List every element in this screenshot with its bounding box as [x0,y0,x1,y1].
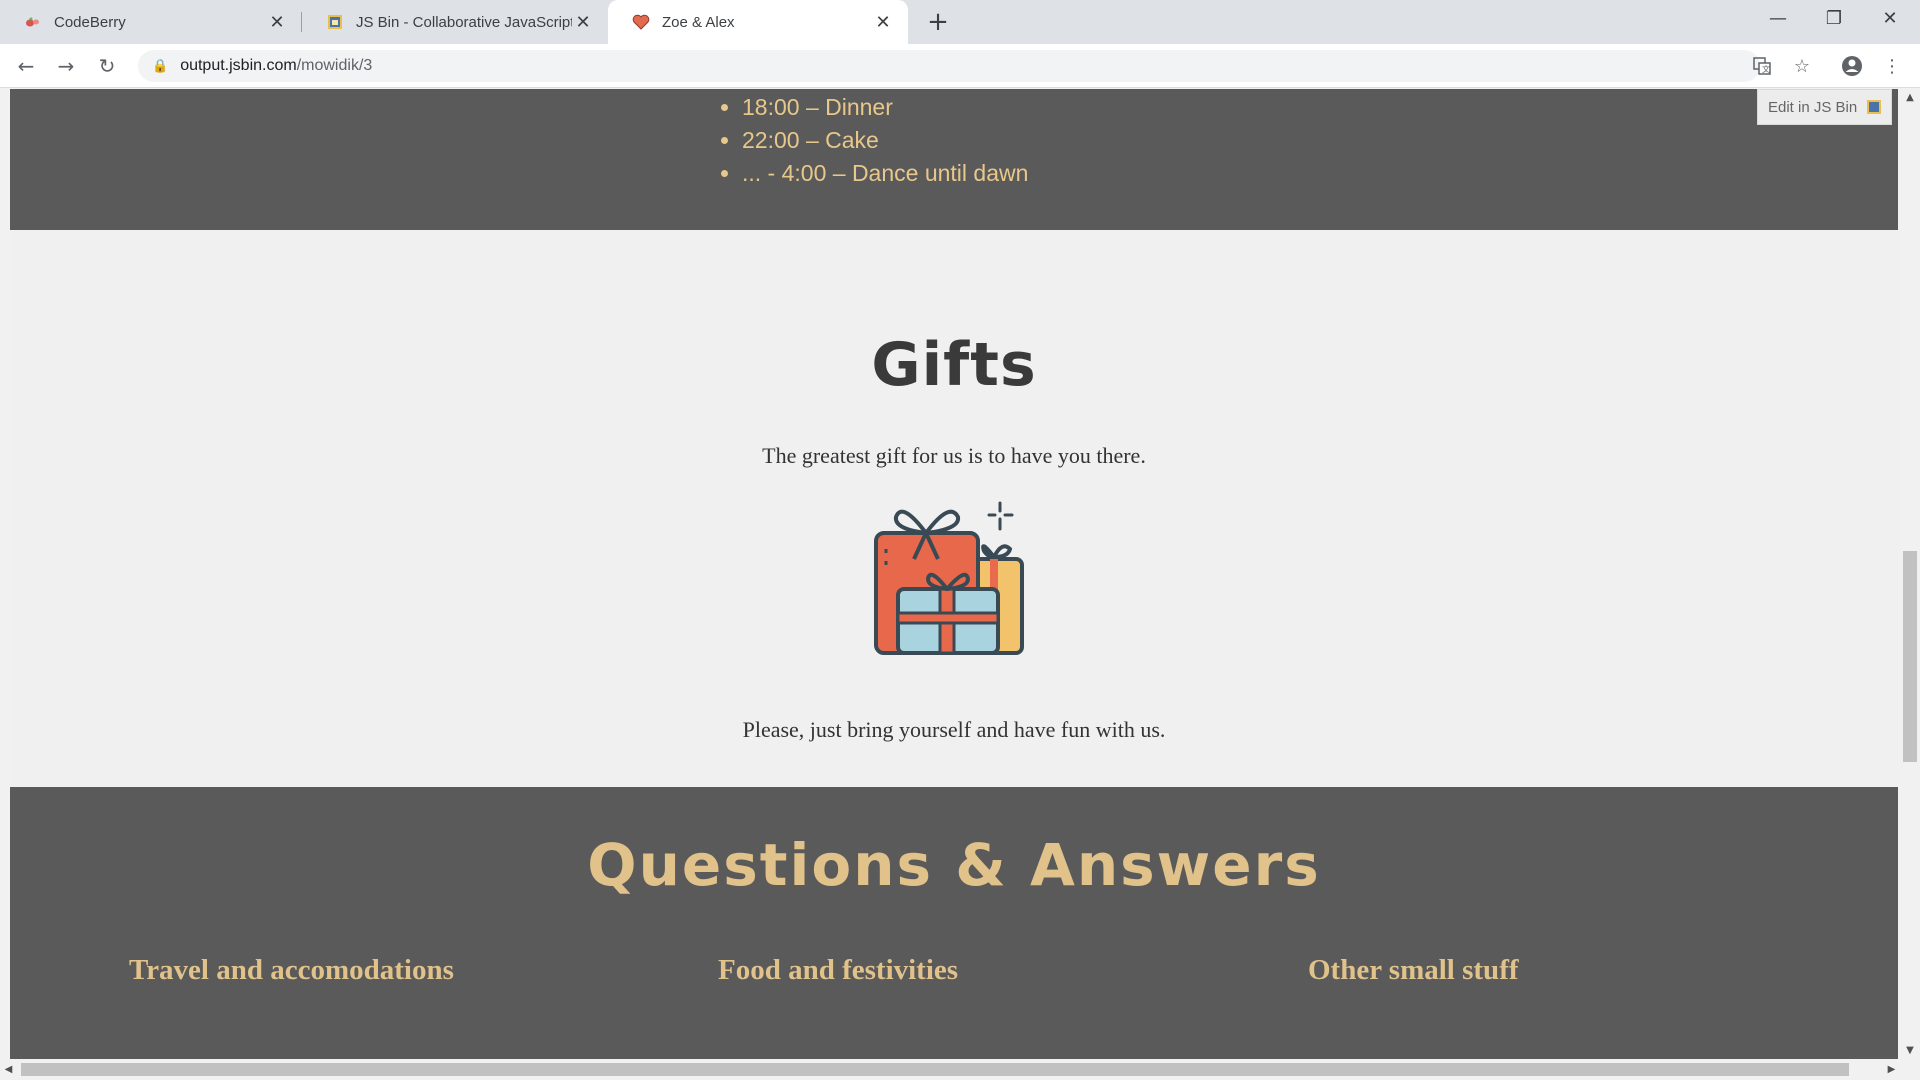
jsbin-logo-icon [1867,100,1882,114]
tab-codeberry[interactable]: CodeBerry ✕ [0,0,302,44]
tab-label: JS Bin - Collaborative JavaScript Debugg… [356,13,572,31]
back-arrow-icon[interactable]: ← [10,50,42,82]
vertical-scroll-thumb[interactable] [1903,551,1917,762]
qa-title: Questions & Answers [587,831,1321,899]
scroll-down-arrow-icon[interactable]: ▼ [1900,1042,1920,1059]
bookmark-star-icon[interactable]: ☆ [1786,50,1818,82]
gifts-section: Gifts The greatest gift for us is to hav… [10,230,1898,787]
forward-arrow-icon[interactable]: → [50,50,82,82]
gifts-title: Gifts [871,330,1037,400]
svg-text:文: 文 [1762,64,1770,74]
qa-column-other: Other small stuff [1308,954,1519,986]
qa-column-food: Food and festivities [718,954,959,986]
translate-icon[interactable]: 文 [1746,50,1778,82]
address-bar[interactable]: 🔒 output.jsbin.com/mowidik/3 [138,50,1760,82]
qa-column-travel: Travel and accomodations [129,954,454,986]
tab-zoe-alex[interactable]: Zoe & Alex ✕ [608,0,908,44]
jsbin-favicon-icon [326,13,344,31]
close-window-button[interactable]: ✕ [1862,0,1918,36]
reload-icon[interactable]: ↻ [91,50,123,82]
gift-boxes-icon [872,499,1026,657]
tab-jsbin[interactable]: JS Bin - Collaborative JavaScript Debugg… [302,0,608,44]
horizontal-scroll-thumb[interactable] [21,1063,1849,1076]
tab-label: Zoe & Alex [662,13,735,31]
schedule-list: 18:00 – Dinner 22:00 – Cake ... - 4:00 –… [742,91,1028,190]
scroll-up-arrow-icon[interactable]: ▲ [1900,89,1920,106]
tab-label: CodeBerry [54,13,126,31]
edit-in-jsbin-button[interactable]: Edit in JS Bin [1757,89,1892,125]
close-icon[interactable]: ✕ [872,11,894,33]
page-viewport: 18:00 – Dinner 22:00 – Cake ... - 4:00 –… [0,89,1900,1059]
menu-kebab-icon[interactable]: ⋮ [1876,50,1908,82]
list-item: 22:00 – Cake [742,124,1028,157]
close-icon[interactable]: ✕ [572,11,594,33]
schedule-section: 18:00 – Dinner 22:00 – Cake ... - 4:00 –… [10,89,1898,230]
minimize-button[interactable]: — [1750,0,1806,36]
scroll-right-arrow-icon[interactable]: ▶ [1883,1059,1900,1080]
gifts-closing-text: Please, just bring yourself and have fun… [742,717,1166,742]
lock-icon: 🔒 [152,58,169,74]
scroll-left-arrow-icon[interactable]: ◀ [0,1059,17,1080]
qa-section: Questions & Answers Travel and accomodat… [10,787,1898,1059]
horizontal-scrollbar[interactable]: ◀ ▶ [0,1059,1900,1080]
tab-strip: CodeBerry ✕ JS Bin - Collaborative JavaS… [0,0,1920,44]
list-item: 18:00 – Dinner [742,91,1028,124]
restore-button[interactable]: ❐ [1806,0,1862,36]
browser-toolbar: ← → ↻ 🔒 output.jsbin.com/mowidik/3 文 ☆ ⋮ [0,44,1920,88]
vertical-scrollbar[interactable]: ▲ ▼ [1900,89,1920,1059]
url-path: /mowidik/3 [296,57,373,74]
codeberry-favicon-icon [24,13,42,31]
gifts-intro-text: The greatest gift for us is to have you … [762,443,1146,468]
profile-icon[interactable] [1836,50,1868,82]
list-item: ... - 4:00 – Dance until dawn [742,157,1028,190]
edit-jsbin-label: Edit in JS Bin [1768,98,1858,116]
new-tab-button[interactable]: + [922,6,954,38]
close-icon[interactable]: ✕ [266,11,288,33]
heart-favicon-icon [632,13,650,31]
url-host: output.jsbin.com [180,57,297,74]
